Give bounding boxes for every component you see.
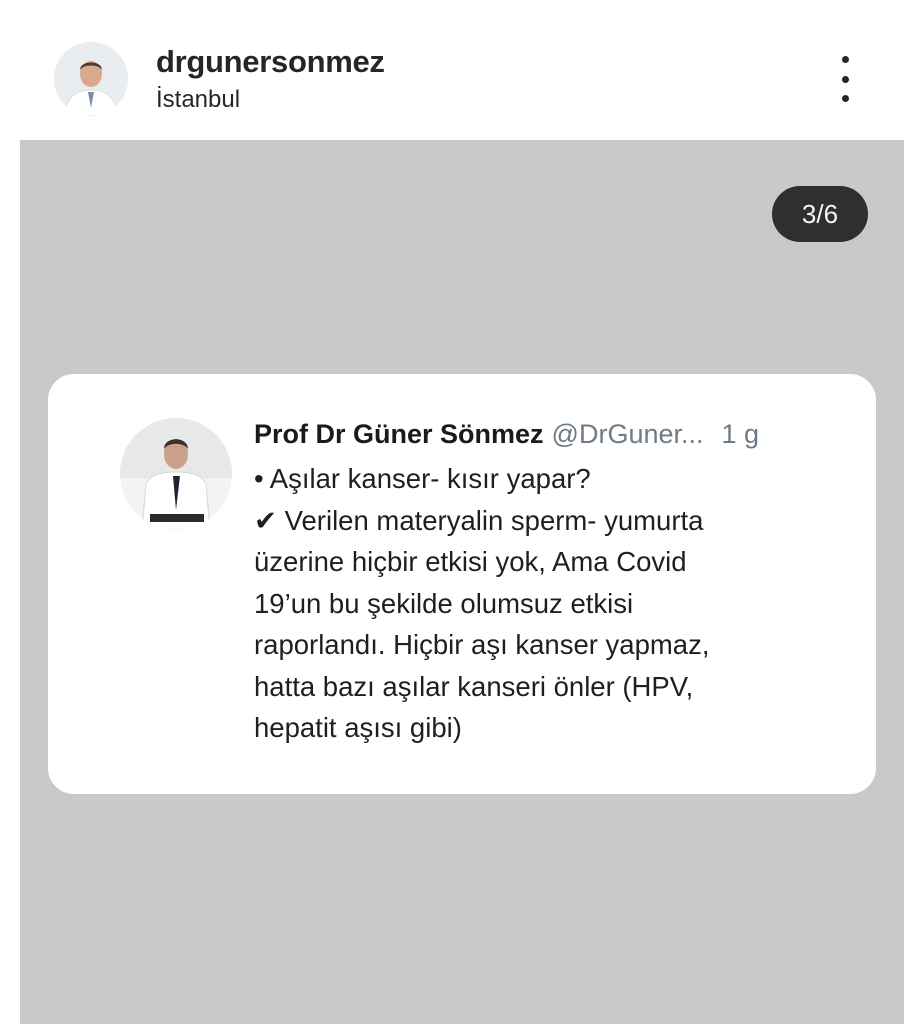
- tweet-timestamp: 1 g: [721, 419, 760, 449]
- tweet-text-line: hatta bazı aşılar kanseri önler (HPV,: [254, 670, 694, 702]
- carousel-counter: 3/6: [772, 186, 868, 242]
- more-options-button[interactable]: [828, 56, 862, 102]
- tweet-text-line: • Aşılar kanser- kısır yapar?: [254, 463, 591, 494]
- tweet-text-line: üzerine hiçbir etkisi yok, Ama Covid: [254, 546, 687, 577]
- tweet-text-line: 19’un bu şekilde olumsuz etkisi: [254, 587, 634, 619]
- carousel-media[interactable]: 3/6 Prof Dr Güner Sönmez @DrGuner... 1 g •…: [20, 140, 904, 1024]
- tweet-author-handle[interactable]: @DrGuner...: [552, 419, 704, 449]
- post-location[interactable]: İstanbul: [156, 86, 240, 114]
- tweet-card: Prof Dr Güner Sönmez @DrGuner... 1 g • Aşı…: [48, 374, 876, 794]
- tweet-text: • Aşılar kanser- kısır yapar? ✔ Verilen …: [254, 458, 834, 749]
- profile-avatar[interactable]: [54, 42, 128, 116]
- post-header: drgunersonmez İstanbul: [20, 0, 904, 140]
- tweet-avatar-photo-icon: [120, 418, 232, 530]
- tweet-text-line: hepatit aşısı gibi): [254, 712, 462, 743]
- tweet-author-name[interactable]: Prof Dr Güner Sönmez: [254, 419, 544, 449]
- tweet-text-line: raporlandı. Hiçbir aşı kanser yapmaz,: [254, 629, 710, 660]
- tweet-header: Prof Dr Güner Sönmez @DrGuner... 1 g: [254, 416, 759, 452]
- tweet-avatar: [120, 418, 232, 530]
- avatar-photo-icon: [54, 42, 128, 116]
- tweet-text-line: ✔ Verilen materyalin sperm- yumurta: [254, 504, 704, 536]
- post-username[interactable]: drgunersonmez: [156, 44, 385, 80]
- more-vertical-icon: [841, 56, 849, 63]
- instagram-post: drgunersonmez İstanbul 3/6 Prof Dr Güner…: [20, 0, 904, 1024]
